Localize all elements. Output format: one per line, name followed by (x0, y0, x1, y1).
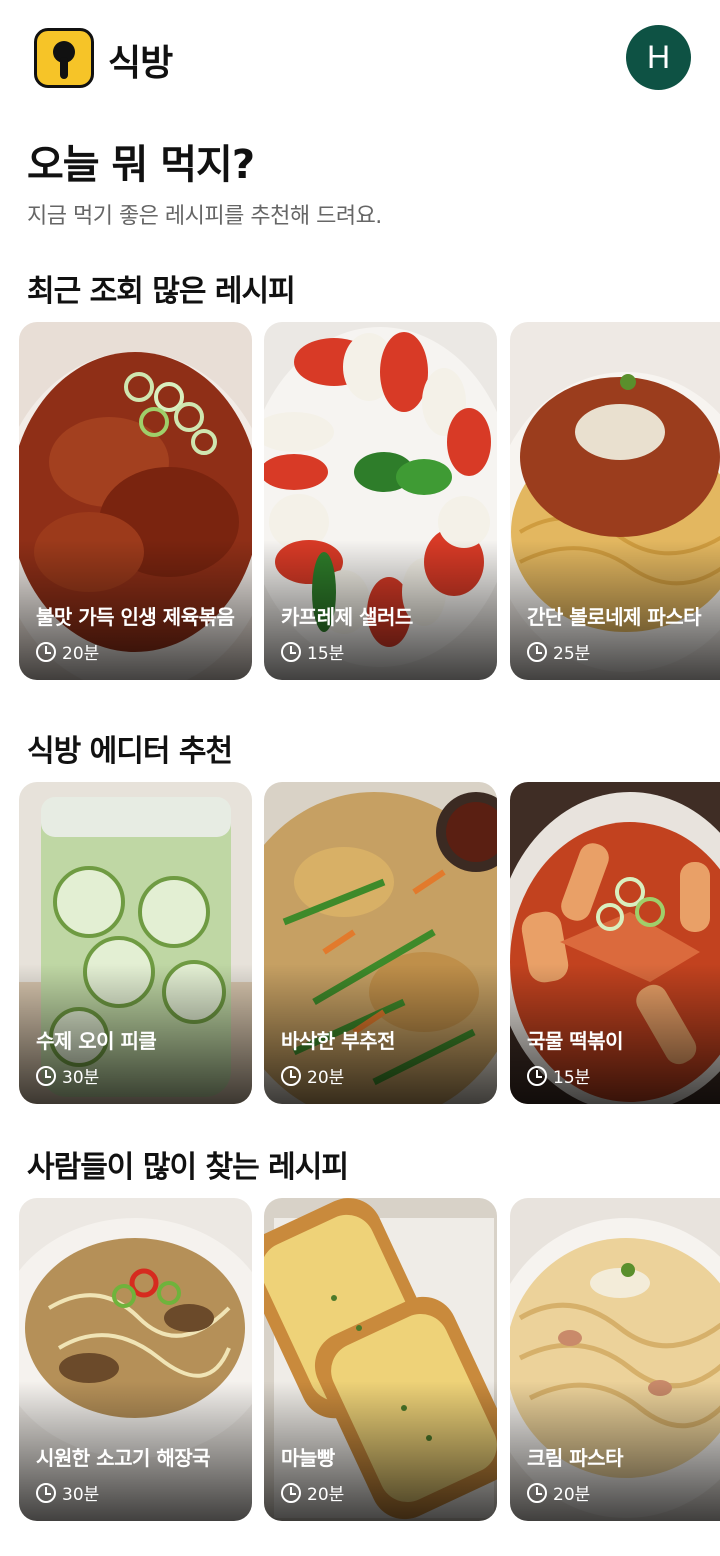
recipe-title: 국물 떡볶이 (527, 1029, 623, 1053)
clock-icon (527, 1065, 547, 1086)
recipe-title: 불맛 가득 인생 제육볶음 (36, 605, 235, 629)
recipe-carousel-recent[interactable]: 불맛 가득 인생 제육볶음 20분 카프레제 샐러드 15분 간단 볼로네제 파… (0, 322, 720, 682)
section-title-recent: 최근 조회 많은 레시피 (27, 274, 296, 309)
clock-icon (36, 1482, 56, 1503)
page-subtitle: 지금 먹기 좋은 레시피를 추천해 드려요. (27, 204, 382, 229)
page-title: 오늘 뭐 먹지? (27, 142, 255, 188)
app-logo-icon[interactable] (34, 28, 94, 88)
recipe-card[interactable]: 불맛 가득 인생 제육볶음 20분 (19, 322, 252, 680)
recipe-carousel-popular[interactable]: 시원한 소고기 해장국 30분 마늘빵 20분 크림 파스타 20분 (0, 1198, 720, 1556)
clock-icon (281, 1482, 301, 1503)
recipe-title: 카프레제 샐러드 (281, 605, 413, 629)
recipe-title: 마늘빵 (281, 1446, 335, 1470)
recipe-card[interactable]: 마늘빵 20분 (264, 1198, 497, 1521)
clock-icon (527, 641, 547, 662)
recipe-time: 30분 (36, 1063, 99, 1088)
recipe-time: 30분 (36, 1480, 99, 1505)
recipe-carousel-editor[interactable]: 수제 오이 피클 30분 바삭한 부추전 20분 국물 떡볶이 15분 (0, 782, 720, 1142)
recipe-time: 20분 (281, 1480, 344, 1505)
section-title-popular: 사람들이 많이 찾는 레시피 (27, 1150, 349, 1185)
clock-icon (36, 1065, 56, 1086)
clock-icon (281, 1065, 301, 1086)
recipe-title: 크림 파스타 (527, 1446, 623, 1470)
recipe-time: 20분 (527, 1480, 590, 1505)
recipe-title: 시원한 소고기 해장국 (36, 1446, 211, 1470)
recipe-card[interactable]: 수제 오이 피클 30분 (19, 782, 252, 1104)
clock-icon (527, 1482, 547, 1503)
recipe-time: 15분 (281, 639, 344, 664)
recipe-time: 15분 (527, 1063, 590, 1088)
recipe-time: 25분 (527, 639, 590, 664)
recipe-time: 20분 (281, 1063, 344, 1088)
user-avatar[interactable]: H (626, 25, 691, 90)
recipe-card[interactable]: 크림 파스타 20분 (510, 1198, 720, 1521)
recipe-card[interactable]: 카프레제 샐러드 15분 (264, 322, 497, 680)
recipe-title: 바삭한 부추전 (281, 1029, 395, 1053)
section-title-editor: 식방 에디터 추천 (27, 734, 233, 769)
clock-icon (281, 641, 301, 662)
clock-icon (36, 641, 56, 662)
app-name: 식방 (108, 43, 173, 84)
recipe-card[interactable]: 시원한 소고기 해장국 30분 (19, 1198, 252, 1521)
recipe-card[interactable]: 바삭한 부추전 20분 (264, 782, 497, 1104)
recipe-time: 20분 (36, 639, 99, 664)
recipe-card[interactable]: 간단 볼로네제 파스타 25분 (510, 322, 720, 680)
recipe-title: 간단 볼로네제 파스타 (527, 605, 702, 629)
recipe-title: 수제 오이 피클 (36, 1029, 157, 1053)
app-header: 식방 H (0, 0, 720, 118)
recipe-card[interactable]: 국물 떡볶이 15분 (510, 782, 720, 1104)
